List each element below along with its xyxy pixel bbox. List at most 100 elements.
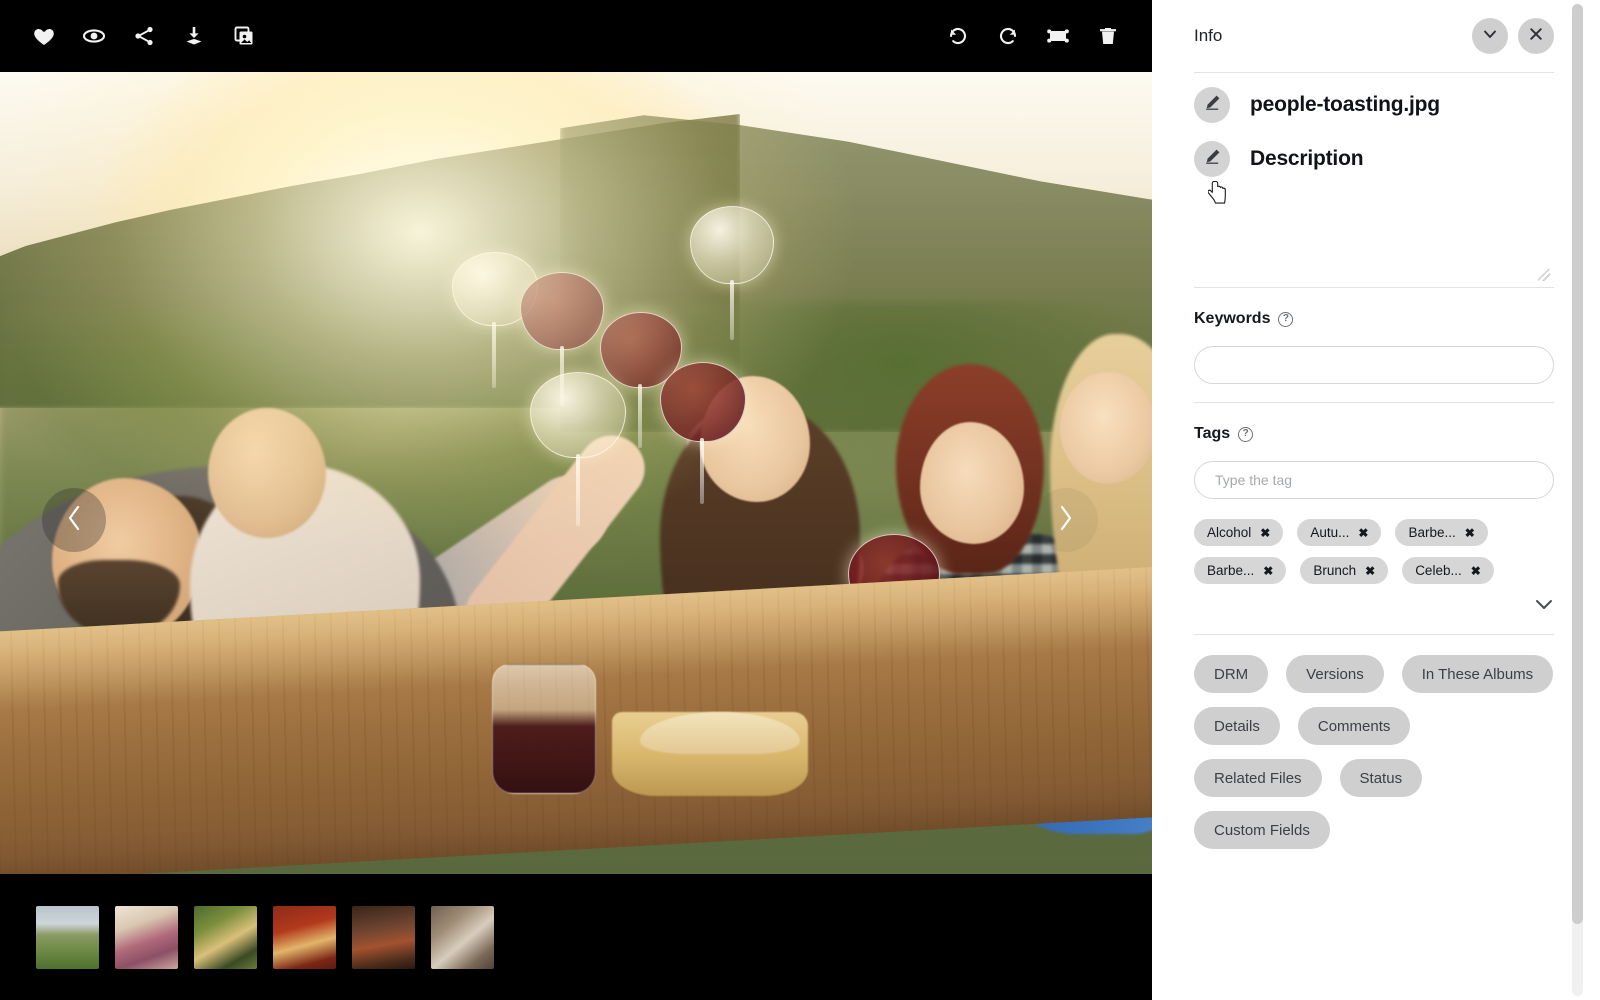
image-viewer: [0, 0, 1152, 1000]
tags-input[interactable]: [1194, 461, 1554, 499]
status-button[interactable]: Status: [1339, 759, 1423, 797]
drm-button[interactable]: DRM: [1194, 655, 1269, 693]
current-photo: [0, 72, 1152, 874]
thumbnail-item[interactable]: [273, 905, 336, 969]
tag-chip-label: Alcohol: [1207, 525, 1252, 540]
related-files-button[interactable]: Related Files: [1194, 759, 1322, 797]
tag-chip-label: Autu...: [1310, 525, 1350, 540]
thumbnail-item[interactable]: [115, 905, 178, 969]
tags-header: Tags ?: [1194, 425, 1554, 443]
remove-tag-icon[interactable]: ✖: [1260, 527, 1270, 539]
resize-grip-icon[interactable]: [1538, 269, 1550, 281]
tag-chip[interactable]: Barbe... ✖: [1395, 519, 1488, 546]
tag-chip[interactable]: Celeb... ✖: [1402, 557, 1494, 584]
photo-glass-stem: [638, 384, 642, 448]
toolbar-right-group: [940, 18, 1152, 54]
rotate-left-icon: [946, 24, 970, 48]
thumbnail-item[interactable]: [431, 905, 494, 969]
photo-glass-stem: [730, 280, 734, 340]
share-icon: [132, 24, 156, 48]
tag-chip[interactable]: Autu... ✖: [1297, 519, 1382, 546]
chevron-right-icon: [1055, 503, 1077, 538]
remove-tag-icon[interactable]: ✖: [1471, 565, 1481, 577]
thumbnail-item[interactable]: [352, 905, 415, 969]
help-icon[interactable]: ?: [1238, 426, 1254, 442]
photo-person-face: [1060, 372, 1152, 484]
photo-wine-glass: [530, 372, 626, 458]
chevron-down-icon: [1534, 598, 1554, 616]
download-button[interactable]: [176, 18, 212, 54]
tags-title: Tags: [1194, 425, 1231, 442]
details-button[interactable]: Details: [1194, 707, 1280, 745]
photo-glass-stem: [700, 438, 704, 504]
previous-image-button[interactable]: [42, 488, 106, 552]
tag-chip[interactable]: Brunch ✖: [1300, 557, 1389, 584]
fit-screen-button[interactable]: [1040, 18, 1076, 54]
pencil-icon: [1203, 93, 1222, 117]
photo-wine-glass: [660, 362, 746, 442]
viewer-toolbar: [0, 0, 1152, 72]
tag-chip-list: Alcohol ✖ Autu... ✖ Barbe... ✖ Barbe... …: [1194, 519, 1554, 584]
custom-fields-button[interactable]: Custom Fields: [1194, 811, 1330, 849]
description-row: Description: [1160, 123, 1588, 177]
pencil-icon: [1203, 147, 1222, 171]
info-panel-header: Info: [1160, 0, 1588, 72]
close-icon: [1527, 25, 1545, 48]
keywords-header: Keywords ?: [1194, 310, 1554, 328]
section-buttons-group: DRM Versions In These Albums Details Com…: [1160, 635, 1588, 849]
share-button[interactable]: [126, 18, 162, 54]
preview-button[interactable]: [76, 18, 112, 54]
download-icon: [182, 24, 206, 48]
favorite-button[interactable]: [26, 18, 62, 54]
next-image-button[interactable]: [1034, 488, 1098, 552]
in-these-albums-button[interactable]: In These Albums: [1401, 655, 1554, 693]
photo-glass-stem: [576, 454, 580, 526]
thumbnail-filmstrip[interactable]: [0, 874, 1152, 1000]
remove-tag-icon[interactable]: ✖: [1263, 565, 1273, 577]
filename-value: people-toasting.jpg: [1250, 93, 1440, 116]
rotate-right-button[interactable]: [990, 18, 1026, 54]
delete-button[interactable]: [1090, 18, 1126, 54]
thumbnail-item[interactable]: [194, 905, 257, 969]
tag-chip-label: Barbe...: [1408, 525, 1456, 540]
remove-tag-icon[interactable]: ✖: [1365, 565, 1375, 577]
tag-chip-label: Barbe...: [1207, 563, 1255, 578]
tag-chip-label: Brunch: [1313, 563, 1357, 578]
edit-filename-button[interactable]: [1194, 87, 1230, 123]
rotate-left-button[interactable]: [940, 18, 976, 54]
photo-wine-jug: [492, 664, 596, 794]
chevron-down-icon: [1481, 25, 1499, 48]
photo-wine-glass: [690, 206, 774, 284]
versions-button[interactable]: Versions: [1286, 655, 1384, 693]
remove-tag-icon[interactable]: ✖: [1358, 527, 1368, 539]
info-panel-title: Info: [1194, 26, 1223, 45]
chevron-left-icon: [63, 503, 85, 538]
photo-wine-glass: [520, 272, 604, 350]
photo-glass-stem: [492, 322, 496, 388]
photo-stage[interactable]: [0, 72, 1152, 874]
keywords-input[interactable]: [1194, 346, 1554, 384]
remove-tag-icon[interactable]: ✖: [1465, 527, 1475, 539]
panel-scrollbar-track[interactable]: [1572, 4, 1583, 996]
close-panel-button[interactable]: [1518, 18, 1554, 54]
info-panel: Info people-toasting.jpg Description Key…: [1160, 0, 1588, 1000]
trash-icon: [1097, 24, 1119, 48]
thumbnail-item[interactable]: [36, 905, 99, 969]
photo-person-head: [208, 408, 326, 538]
toolbar-left-group: [0, 18, 262, 54]
panel-scrollbar-thumb[interactable]: [1572, 4, 1583, 924]
info-panel-header-actions: [1472, 18, 1554, 54]
collapse-panel-button[interactable]: [1472, 18, 1508, 54]
tag-chip[interactable]: Barbe... ✖: [1194, 557, 1287, 584]
description-textarea[interactable]: [1194, 177, 1554, 287]
expand-tags-button[interactable]: [1194, 598, 1554, 616]
edit-description-button[interactable]: [1194, 141, 1230, 177]
comments-button[interactable]: Comments: [1297, 707, 1411, 745]
tag-chip[interactable]: Alcohol ✖: [1194, 519, 1284, 546]
rotate-right-icon: [996, 24, 1020, 48]
fit-screen-icon: [1045, 24, 1071, 48]
keywords-title: Keywords: [1194, 310, 1271, 327]
duplicate-button[interactable]: [226, 18, 262, 54]
help-icon[interactable]: ?: [1278, 311, 1294, 327]
keywords-section: Keywords ?: [1160, 288, 1588, 402]
